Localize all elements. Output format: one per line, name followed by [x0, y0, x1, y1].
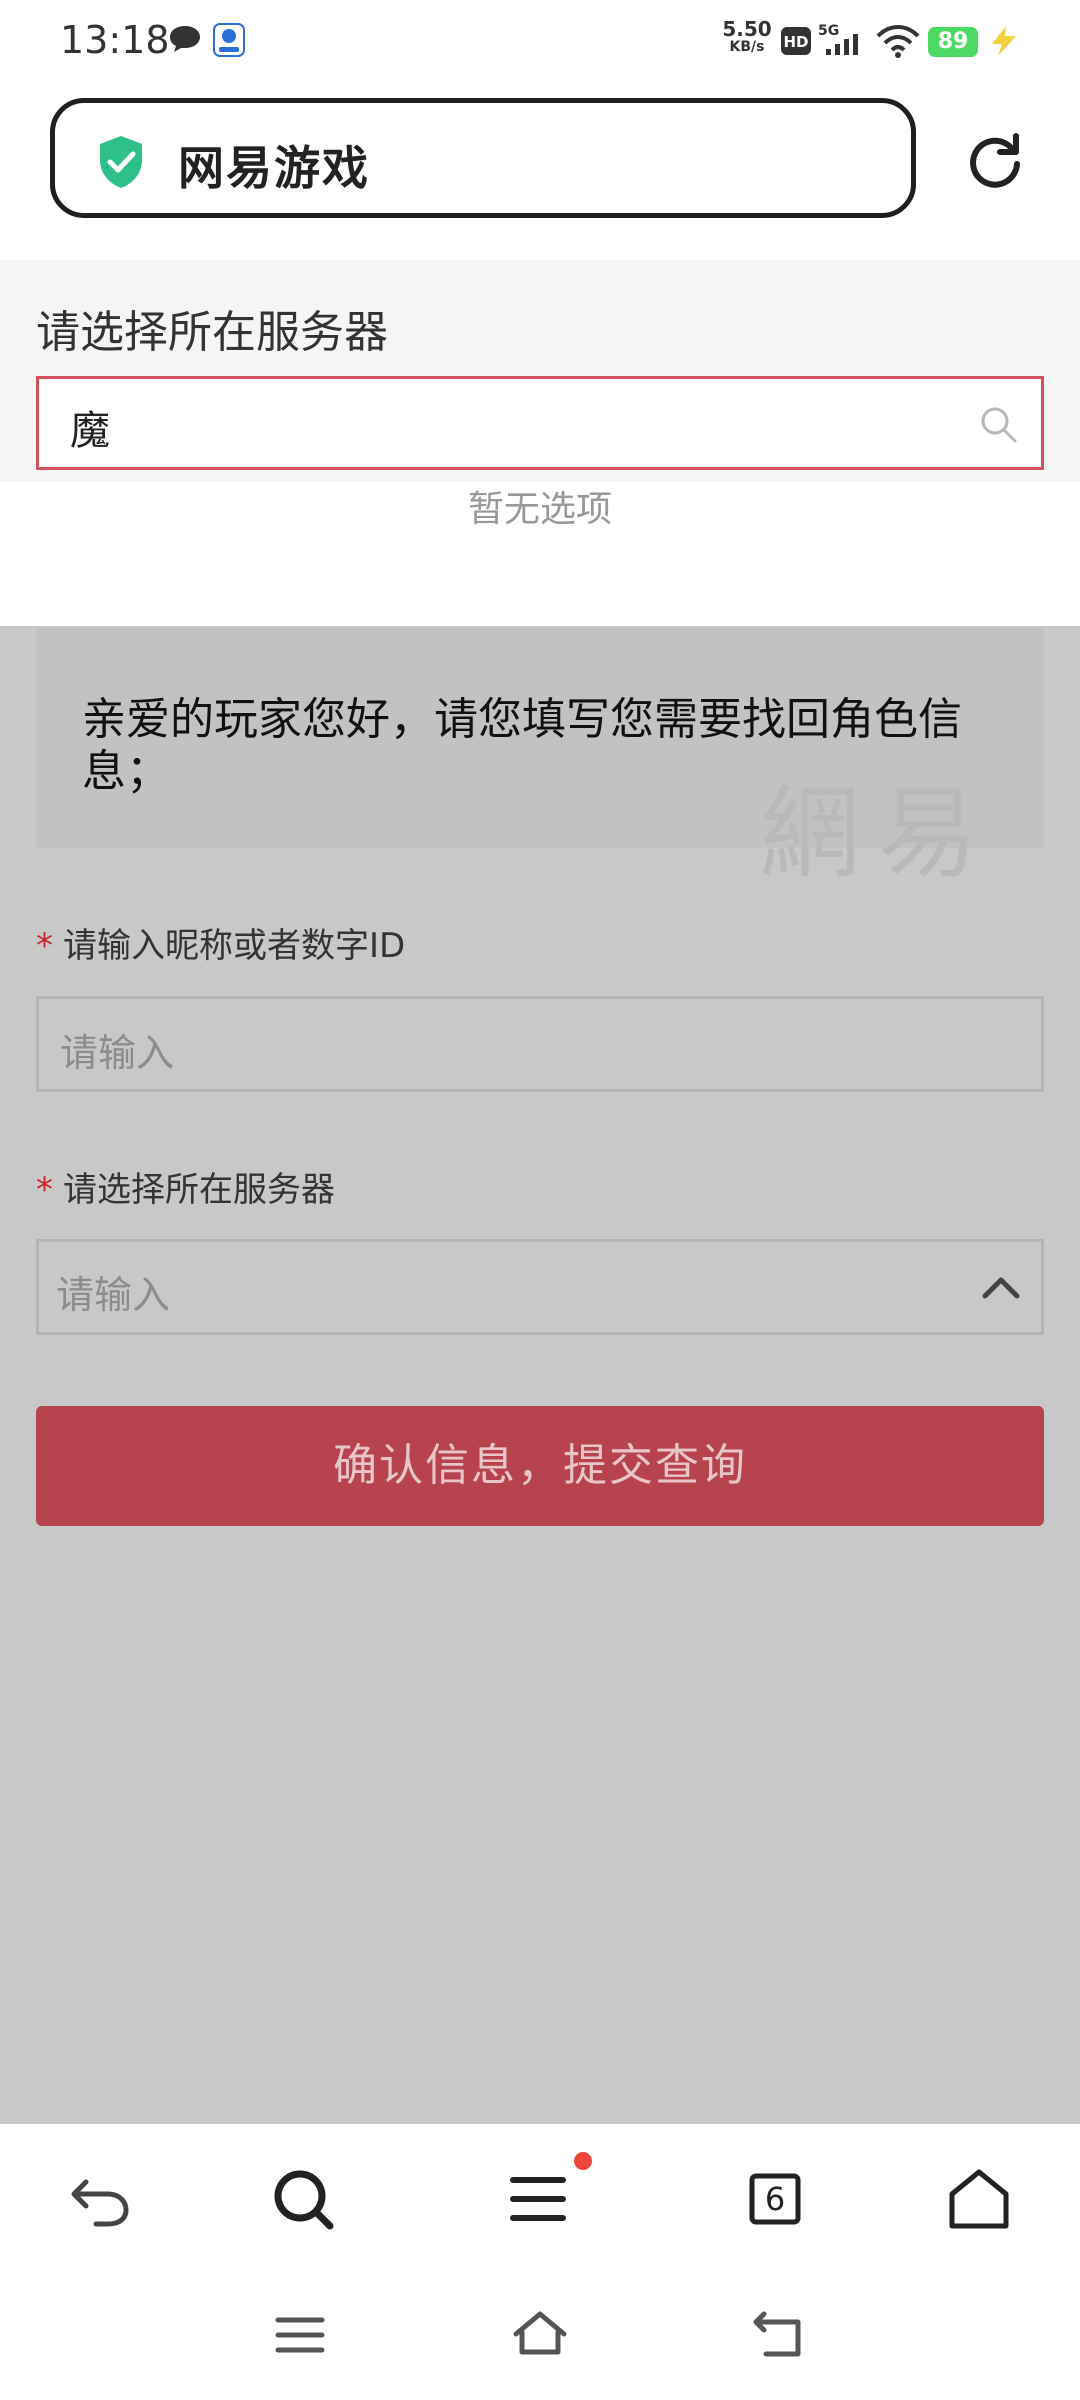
hd-icon: HD [781, 27, 811, 55]
signal-5g-icon: 5G [818, 23, 858, 55]
chevron-up-icon[interactable] [980, 1272, 1022, 1302]
submit-query-button[interactable]: 确认信息，提交查询 [36, 1406, 1044, 1526]
server-label: * 请选择所在服务器 [36, 1170, 335, 1210]
nickname-input[interactable] [36, 996, 1044, 1092]
refresh-icon[interactable] [966, 132, 1024, 190]
nickname-label: * 请输入昵称或者数字ID [36, 926, 406, 966]
system-home-icon[interactable] [510, 2308, 570, 2362]
magnifier-icon[interactable] [268, 2164, 338, 2234]
charging-icon [992, 26, 1016, 56]
wifi-icon [876, 25, 920, 58]
tabs-count: 6 [764, 2180, 786, 2218]
svg-text:HD: HD [783, 33, 808, 51]
status-time: 13:18 [60, 18, 170, 62]
network-speed: 5.50 KB/s [722, 17, 772, 55]
server-search-value: 魔 [70, 408, 110, 454]
back-arrow-icon[interactable] [66, 2164, 136, 2234]
address-title: 网易游戏 [178, 141, 370, 195]
system-back-icon[interactable] [750, 2308, 810, 2362]
server-select[interactable] [36, 1239, 1044, 1335]
menu-icon[interactable] [503, 2164, 573, 2234]
system-menu-icon[interactable] [270, 2308, 330, 2362]
server-placeholder: 请输入 [56, 1273, 171, 1317]
required-mark: * [36, 926, 53, 966]
required-mark: * [36, 1170, 53, 1210]
server-search-input[interactable] [36, 376, 1044, 470]
search-icon[interactable] [978, 404, 1018, 444]
shield-check-icon [100, 136, 142, 188]
chat-bubble-icon [170, 26, 200, 52]
greeting-text: 亲爱的玩家您好，请您填写您需要找回角色信息； [82, 694, 962, 797]
home-icon[interactable] [944, 2164, 1014, 2234]
empty-options-text: 暂无选项 [467, 489, 612, 530]
notification-dot [574, 2152, 592, 2170]
app-notification-icon [213, 23, 245, 57]
nickname-placeholder: 请输入 [60, 1031, 175, 1075]
svg-text:5G: 5G [818, 23, 839, 39]
battery-indicator: 89 [928, 27, 978, 57]
server-dropdown-title: 请选择所在服务器 [36, 307, 388, 358]
